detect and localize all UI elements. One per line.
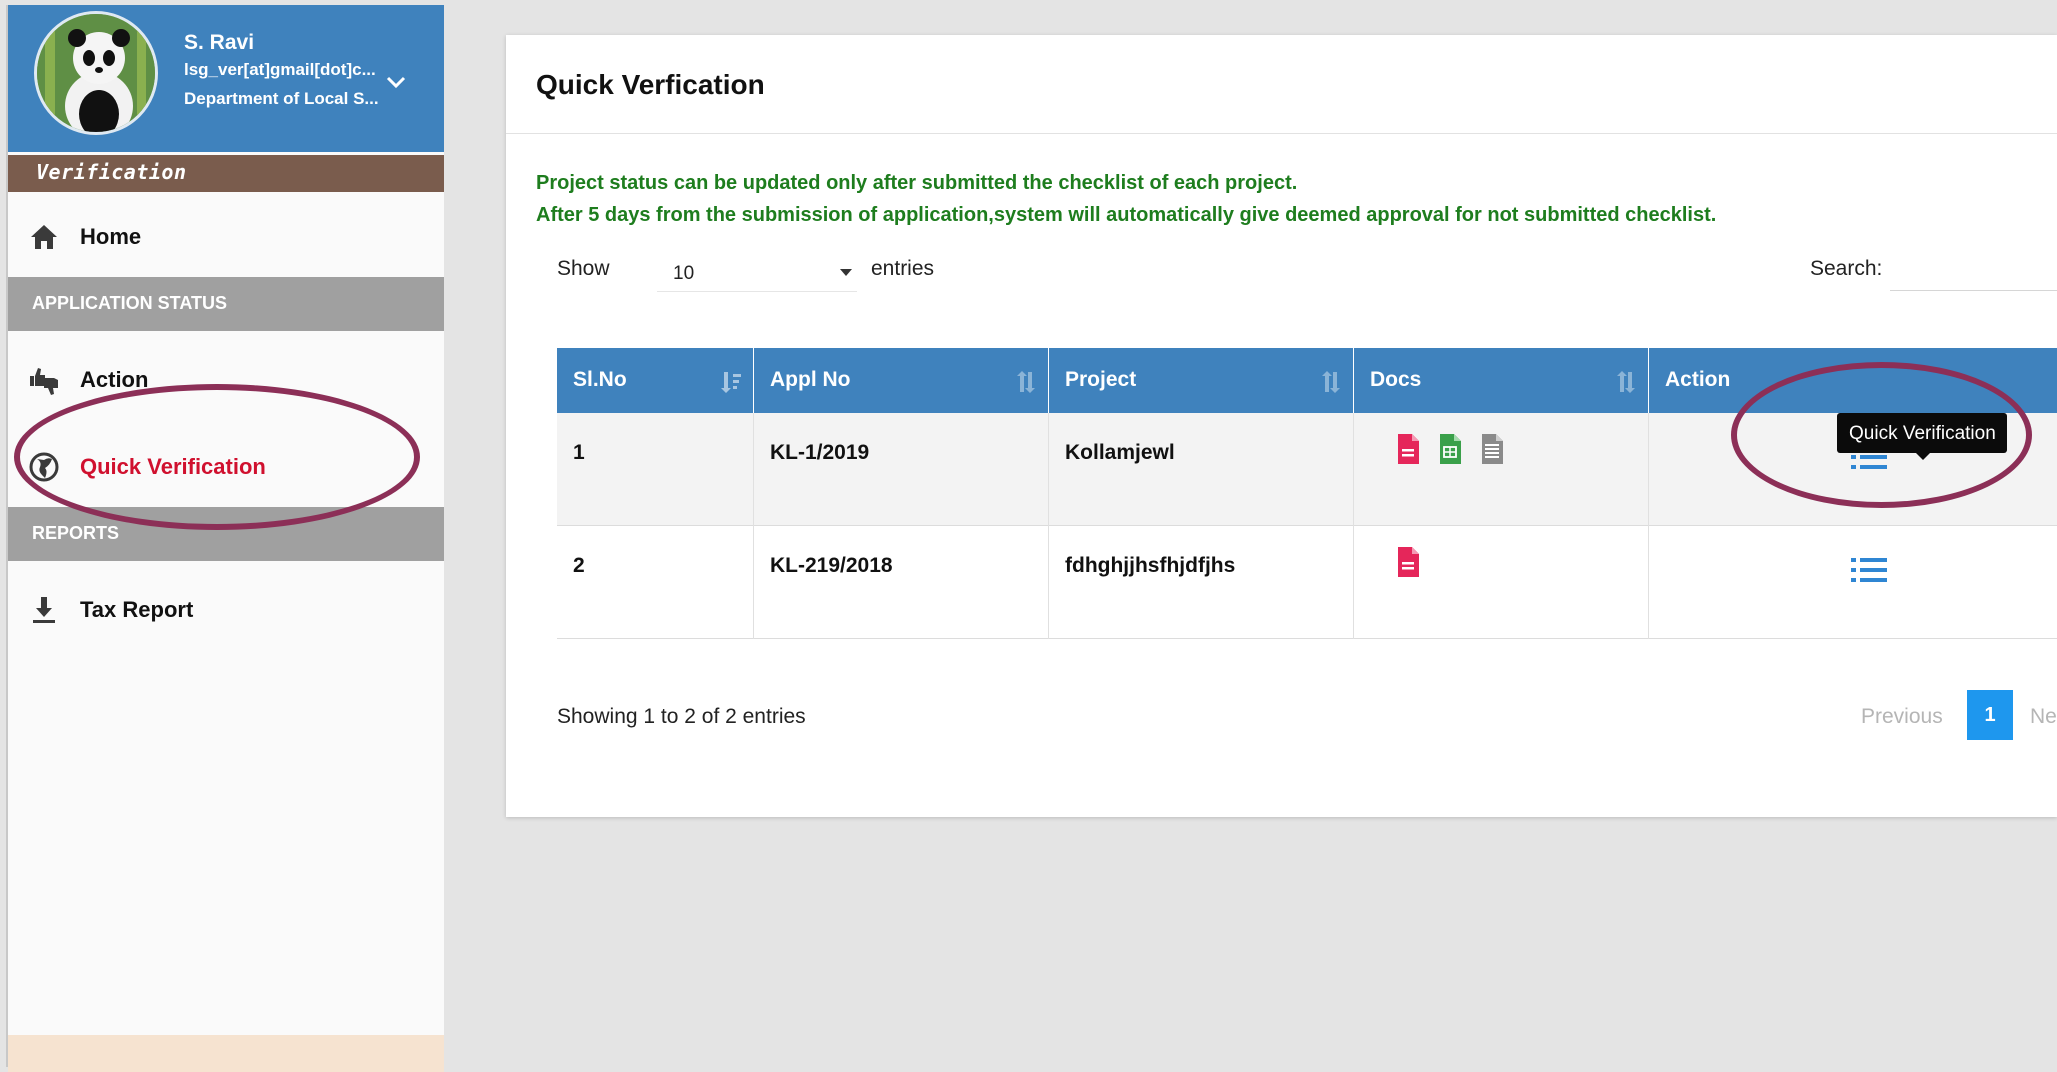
sidebar: S. Ravi lsg_ver[at]gmail[dot]c... Depart… (6, 5, 444, 1072)
download-icon (33, 597, 55, 623)
cell-text: 2 (573, 554, 585, 577)
avatar[interactable] (34, 11, 158, 135)
sidebar-item-home[interactable]: Home (8, 207, 444, 267)
user-email: lsg_ver[at]gmail[dot]c... (184, 60, 376, 79)
home-icon (31, 225, 57, 249)
table-row: 1 KL-1/2019 Kollamjewl (557, 413, 2057, 526)
table-row: 2 KL-219/2018 fdhghjjhsfhjdfjhs (557, 526, 2057, 639)
table-header: Sl.No Appl No Project Docs Action (557, 348, 2057, 413)
sidebar-item-label: Quick Verification (80, 454, 266, 479)
quick-verification-tooltip: Quick Verification (1837, 413, 2007, 460)
section-label: REPORTS (32, 523, 120, 543)
sidebar-item-label: Home (80, 224, 142, 249)
caret-down-icon (840, 269, 852, 276)
sidebar-item-label: Action (80, 367, 149, 392)
cell-docs (1354, 526, 1649, 639)
panda-avatar-image (37, 14, 155, 132)
section-application-status: APPLICATION STATUS (8, 277, 444, 331)
column-label: Action (1665, 368, 1731, 391)
cell-project: fdhghjjhsfhjdfjhs (1049, 526, 1354, 639)
sort-icon (1322, 371, 1340, 393)
cell-action (1649, 526, 2057, 639)
pdf-doc-icon[interactable] (1396, 546, 1420, 578)
role-label: Verification (36, 160, 187, 184)
spreadsheet-doc-icon[interactable] (1438, 433, 1462, 465)
column-header-action[interactable]: Action (1649, 348, 2057, 413)
column-label: Appl No (770, 368, 851, 391)
section-label: APPLICATION STATUS (32, 293, 227, 313)
sidebar-footer (8, 1035, 444, 1072)
list-icon[interactable] (1850, 556, 1888, 584)
role-bar: Verification (8, 155, 444, 192)
search-input[interactable] (1890, 248, 2057, 291)
pdf-doc-icon[interactable] (1396, 433, 1420, 465)
column-label: Project (1065, 368, 1137, 391)
entries-select-value: 10 (673, 263, 695, 284)
sidebar-item-label: Tax Report (80, 597, 194, 622)
column-label: Docs (1370, 368, 1422, 391)
notice-text: Project status can be updated only after… (536, 172, 1298, 194)
globe-icon (29, 452, 59, 482)
cell-slno: 2 (557, 526, 754, 639)
page-title: Quick Verfication (536, 69, 765, 100)
section-reports: REPORTS (8, 507, 444, 561)
column-header-slno[interactable]: Sl.No (557, 348, 754, 413)
cell-docs (1354, 413, 1649, 526)
entries-length-control: Show 10 entries (557, 257, 934, 292)
cell-text: 1 (573, 441, 585, 464)
entries-select[interactable]: 10 (657, 257, 857, 292)
sort-icon (1617, 371, 1635, 393)
sidebar-item-action[interactable]: Action (8, 350, 444, 410)
user-name: S. Ravi (184, 31, 255, 54)
chevron-down-icon[interactable] (386, 75, 406, 89)
cell-project: Kollamjewl (1049, 413, 1354, 526)
column-label: Sl.No (573, 368, 627, 391)
column-header-appl-no[interactable]: Appl No (754, 348, 1049, 413)
tooltip-arrow (1916, 453, 1930, 460)
sidebar-item-tax-report[interactable]: Tax Report (8, 580, 444, 640)
cell-text: KL-219/2018 (770, 554, 893, 577)
sort-asc-icon (721, 372, 741, 393)
user-profile: S. Ravi lsg_ver[at]gmail[dot]c... Depart… (8, 5, 444, 152)
column-header-docs[interactable]: Docs (1354, 348, 1649, 413)
tooltip-text: Quick Verification (1849, 423, 1996, 444)
pagination-previous[interactable]: Previous (1861, 705, 1943, 729)
table-info: Showing 1 to 2 of 2 entries (557, 705, 806, 728)
cell-slno: 1 (557, 413, 754, 526)
cell-appl-no: KL-1/2019 (754, 413, 1049, 526)
divider (506, 133, 2057, 134)
sort-icon (1017, 371, 1035, 393)
sidebar-item-quick-verification[interactable]: Quick Verification (8, 437, 444, 497)
cell-text: KL-1/2019 (770, 441, 870, 464)
show-label: Show (557, 257, 610, 280)
notice-text: After 5 days from the submission of appl… (536, 204, 1717, 226)
cell-text: fdhghjjhsfhjdfjhs (1065, 554, 1236, 577)
cell-text: Kollamjewl (1065, 441, 1175, 464)
column-header-project[interactable]: Project (1049, 348, 1354, 413)
cell-appl-no: KL-219/2018 (754, 526, 1049, 639)
pagination-page-1[interactable]: 1 (1967, 690, 2013, 740)
pagination-next[interactable]: Ne (2030, 705, 2057, 729)
text-doc-icon[interactable] (1480, 433, 1504, 465)
search-label: Search: (1810, 257, 1883, 280)
entries-label: entries (871, 257, 935, 280)
quick-verification-panel: Quick Verfication Project status can be … (506, 35, 2057, 817)
thumbs-up-down-icon (30, 368, 58, 395)
user-department: Department of Local S... (184, 89, 379, 108)
